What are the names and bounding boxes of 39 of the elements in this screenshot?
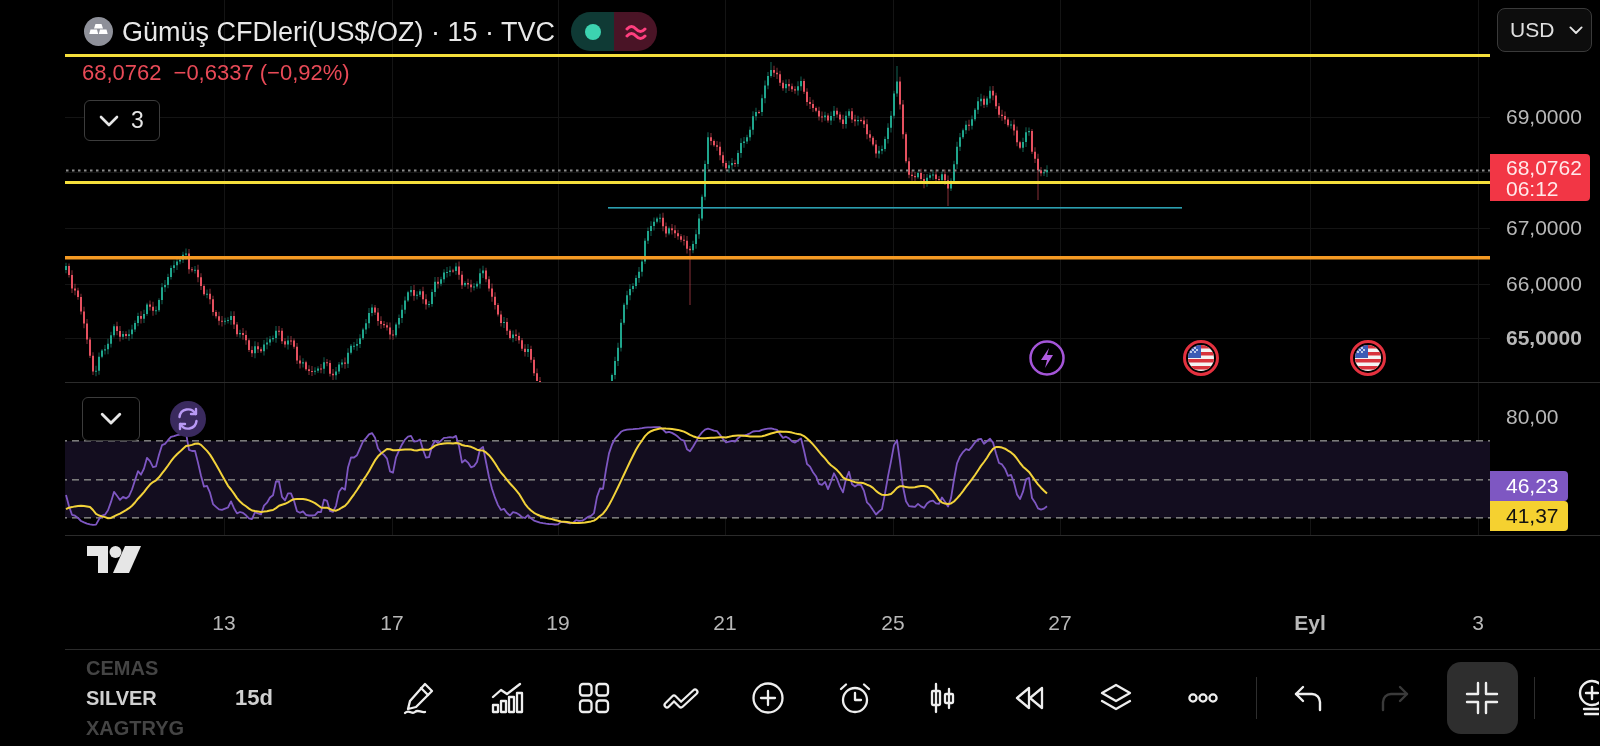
axis-label: 65,0000 xyxy=(1506,326,1582,350)
ingots-icon xyxy=(84,17,113,46)
value-badge: 46,23 xyxy=(1490,471,1568,501)
tag-price: 68,0762 xyxy=(1506,156,1582,178)
chevron-down-icon xyxy=(99,114,119,127)
chevron-down-icon xyxy=(100,412,122,426)
logo-icon xyxy=(87,546,141,573)
collapse-icon xyxy=(1464,680,1501,716)
axis-label: 3 xyxy=(1472,611,1484,635)
value-badge: 41,37 xyxy=(1490,501,1568,531)
axis-label: 69,0000 xyxy=(1506,105,1582,129)
interval-option[interactable]: 15d xyxy=(235,685,273,711)
axis-label: 80,00 xyxy=(1506,405,1559,429)
refresh-icon[interactable] xyxy=(170,401,206,437)
axis-label: 19 xyxy=(546,611,570,635)
plus-circle-icon[interactable] xyxy=(749,680,786,716)
symbol-option[interactable]: SILVER xyxy=(86,683,157,713)
axis-label: 21 xyxy=(713,611,737,635)
expand-button[interactable] xyxy=(82,397,140,441)
axis-label: 25 xyxy=(881,611,905,635)
collapse-button[interactable] xyxy=(1446,662,1518,734)
flag-icon[interactable] xyxy=(1183,340,1219,376)
currency-dropdown[interactable]: USD xyxy=(1497,8,1592,52)
axis-label: 17 xyxy=(380,611,404,635)
symbol-title: Gümüş CFDleri(US$/OZ) · 15 · TVC xyxy=(122,15,556,48)
axis-label: Eyl xyxy=(1294,611,1326,635)
chevron-down-icon xyxy=(1569,25,1583,35)
axis-label: 67,0000 xyxy=(1506,216,1582,240)
lightning-icon[interactable] xyxy=(1029,340,1065,376)
flag-icon[interactable] xyxy=(1350,340,1386,376)
countdown-timer: 06:12 xyxy=(1506,177,1559,199)
wave-icon xyxy=(614,12,658,51)
axis-label: 13 xyxy=(212,611,236,635)
axis-label: 66,0000 xyxy=(1506,272,1582,296)
expand-button[interactable]: 3 xyxy=(84,100,160,141)
undo-icon[interactable] xyxy=(1292,683,1323,713)
price-change: −0,6337 (−0,92%) xyxy=(173,60,350,85)
last-price: 68,0762 xyxy=(82,60,162,85)
axis-label: 27 xyxy=(1048,611,1072,635)
